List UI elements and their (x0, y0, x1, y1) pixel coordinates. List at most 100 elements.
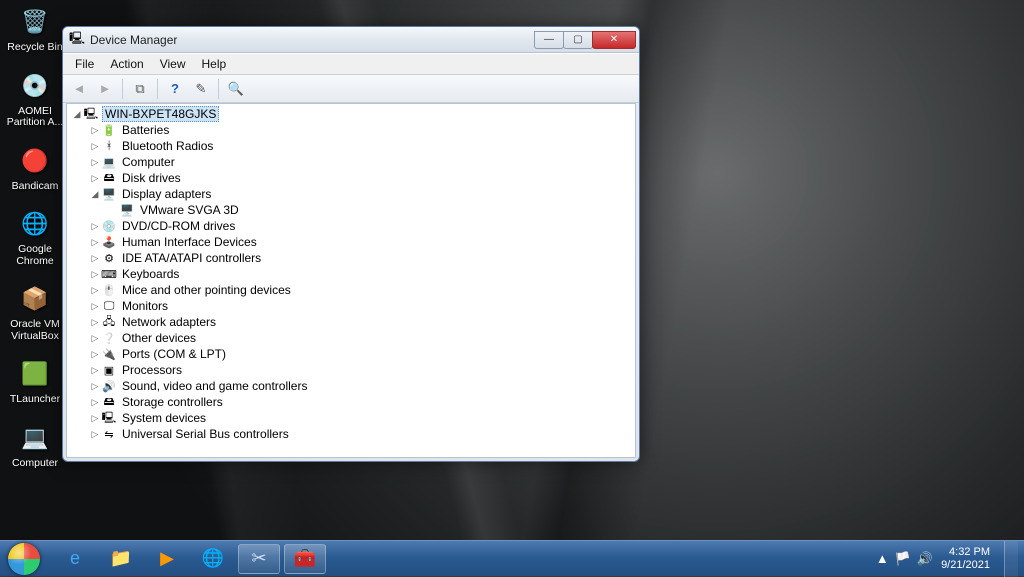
expander-icon[interactable]: ▷ (89, 413, 101, 424)
taskbar-pin-ie[interactable]: e (54, 544, 96, 574)
tree-node[interactable]: ▷🖱️Mice and other pointing devices (89, 282, 635, 298)
tree-node[interactable]: ◢🖥️Display adapters (89, 186, 635, 202)
menu-help[interactable]: Help (194, 55, 235, 73)
desktop-icon-aomei[interactable]: 💿 AOMEI Partition A... (4, 68, 66, 129)
scan-hardware-button[interactable]: 🔍 (224, 78, 248, 100)
tree-node[interactable]: ▷🔊Sound, video and game controllers (89, 378, 635, 394)
clock[interactable]: 4:32 PM 9/21/2021 (941, 546, 990, 571)
desktop-icon-computer[interactable]: 💻 Computer (4, 420, 66, 470)
tray-expand-icon[interactable]: ▲ (876, 551, 889, 567)
taskbar-pin-wmp[interactable]: ▶ (146, 544, 188, 574)
tree-leaf-node[interactable]: ·🖥️VMware SVGA 3D (107, 202, 635, 218)
expander-icon[interactable]: ▷ (89, 173, 101, 184)
tree-node[interactable]: ▷🔋Batteries (89, 122, 635, 138)
device-category-icon: ᚼ (101, 139, 117, 153)
expander-icon[interactable]: ◢ (71, 109, 83, 120)
computer-node-icon: 🖳 (83, 107, 99, 121)
tree-node[interactable]: ▷🔌Ports (COM & LPT) (89, 346, 635, 362)
minimize-button[interactable]: — (534, 31, 564, 49)
expander-icon[interactable]: ▷ (89, 397, 101, 408)
menu-file[interactable]: File (67, 55, 102, 73)
desktop-icon-tlauncher[interactable]: 🟩 TLauncher (4, 356, 66, 406)
tree-node-label: Bluetooth Radios (120, 139, 215, 153)
desktop-icon-bandicam[interactable]: 🔴 Bandicam (4, 143, 66, 193)
device-category-icon: ⇋ (101, 427, 117, 441)
menu-action[interactable]: Action (102, 55, 151, 73)
expander-icon[interactable]: ▷ (89, 381, 101, 392)
tree-node[interactable]: ▷🖴Storage controllers (89, 394, 635, 410)
tray-icons: ▲ 🏳️ 🔊 (876, 551, 933, 567)
tree-node-label: IDE ATA/ATAPI controllers (120, 251, 263, 265)
show-hidden-button[interactable]: ⧉ (128, 78, 152, 100)
expander-icon[interactable]: ▷ (89, 269, 101, 280)
device-category-icon: ⚙ (101, 251, 117, 265)
tree-node[interactable]: ▷⚙IDE ATA/ATAPI controllers (89, 250, 635, 266)
system-tray: ▲ 🏳️ 🔊 4:32 PM 9/21/2021 (876, 541, 1024, 577)
device-icon: 🖥️ (119, 203, 135, 217)
windows-orb-icon (8, 543, 40, 575)
forward-button[interactable]: ► (93, 78, 117, 100)
start-button[interactable] (0, 541, 48, 577)
tree-node[interactable]: ▷💻Computer (89, 154, 635, 170)
expander-icon[interactable]: ▷ (89, 157, 101, 168)
tree-node[interactable]: ▷🖧Network adapters (89, 314, 635, 330)
desktop-icon-label: Oracle VM VirtualBox (4, 319, 66, 342)
clock-date: 9/21/2021 (941, 559, 990, 572)
tree-node[interactable]: ▷⌨Keyboards (89, 266, 635, 282)
tree-node-label: VMware SVGA 3D (138, 203, 241, 217)
expander-icon[interactable]: ▷ (89, 429, 101, 440)
tree-node[interactable]: ▷⇋Universal Serial Bus controllers (89, 426, 635, 442)
expander-icon[interactable]: ▷ (89, 141, 101, 152)
taskbar-pin-snip[interactable]: ✂ (238, 544, 280, 574)
titlebar[interactable]: 🖳 Device Manager — ▢ ✕ (63, 27, 639, 53)
device-category-icon: 🔊 (101, 379, 117, 393)
device-manager-window[interactable]: 🖳 Device Manager — ▢ ✕ File Action View … (62, 26, 640, 462)
expander-icon[interactable]: ▷ (89, 333, 101, 344)
expander-icon[interactable]: ▷ (89, 237, 101, 248)
tree-node[interactable]: ▷🖵Monitors (89, 298, 635, 314)
desktop-icon-virtualbox[interactable]: 📦 Oracle VM VirtualBox (4, 281, 66, 342)
tray-flag-icon[interactable]: 🏳️ (895, 551, 911, 567)
desktop-icon-chrome[interactable]: 🌐 Google Chrome (4, 206, 66, 267)
tray-volume-icon[interactable]: 🔊 (917, 551, 933, 567)
tree-root-node[interactable]: ◢🖳WIN-BXPET48GJKS (71, 106, 635, 122)
tree-node-label: Human Interface Devices (120, 235, 259, 249)
help-button[interactable]: ? (163, 78, 187, 100)
expander-icon[interactable]: ◢ (89, 189, 101, 200)
tree-node-label: Display adapters (120, 187, 213, 201)
show-desktop-button[interactable] (1004, 541, 1018, 577)
tree-node-label: Other devices (120, 331, 198, 345)
expander-icon[interactable]: ▷ (89, 365, 101, 376)
expander-icon[interactable]: ▷ (89, 317, 101, 328)
device-category-icon: 🖱️ (101, 283, 117, 297)
window-buttons: — ▢ ✕ (535, 31, 636, 49)
expander-icon[interactable]: ▷ (89, 125, 101, 136)
desktop-icon-recycle-bin[interactable]: 🗑️ Recycle Bin (4, 4, 66, 54)
back-button[interactable]: ◄ (67, 78, 91, 100)
tree-node[interactable]: ▷🖳System devices (89, 410, 635, 426)
tree-node-label: Universal Serial Bus controllers (120, 427, 291, 441)
menu-view[interactable]: View (152, 55, 194, 73)
device-tree[interactable]: ◢🖳WIN-BXPET48GJKS▷🔋Batteries▷ᚼBluetooth … (66, 103, 636, 458)
close-button[interactable]: ✕ (592, 31, 636, 49)
maximize-button[interactable]: ▢ (563, 31, 593, 49)
taskbar-pin-devmgr[interactable]: 🧰 (284, 544, 326, 574)
tree-node[interactable]: ▷▣Processors (89, 362, 635, 378)
expander-icon[interactable]: ▷ (89, 253, 101, 264)
taskbar-pin-chrome[interactable]: 🌐 (192, 544, 234, 574)
taskbar-pin-explorer[interactable]: 📁 (100, 544, 142, 574)
taskbar: e📁▶🌐✂🧰 ▲ 🏳️ 🔊 4:32 PM 9/21/2021 (0, 540, 1024, 576)
recycle-bin-icon: 🗑️ (17, 4, 53, 40)
expander-icon[interactable]: ▷ (89, 301, 101, 312)
expander-icon[interactable]: ▷ (89, 221, 101, 232)
desktop-icon-label: AOMEI Partition A... (4, 106, 66, 129)
tree-node[interactable]: ▷🖴Disk drives (89, 170, 635, 186)
tree-node-label: Mice and other pointing devices (120, 283, 293, 297)
expander-icon[interactable]: ▷ (89, 349, 101, 360)
tree-node[interactable]: ▷🕹️Human Interface Devices (89, 234, 635, 250)
properties-button[interactable]: ✎ (189, 78, 213, 100)
expander-icon[interactable]: ▷ (89, 285, 101, 296)
tree-node[interactable]: ▷ᚼBluetooth Radios (89, 138, 635, 154)
tree-node[interactable]: ▷❔Other devices (89, 330, 635, 346)
tree-node[interactable]: ▷💿DVD/CD-ROM drives (89, 218, 635, 234)
